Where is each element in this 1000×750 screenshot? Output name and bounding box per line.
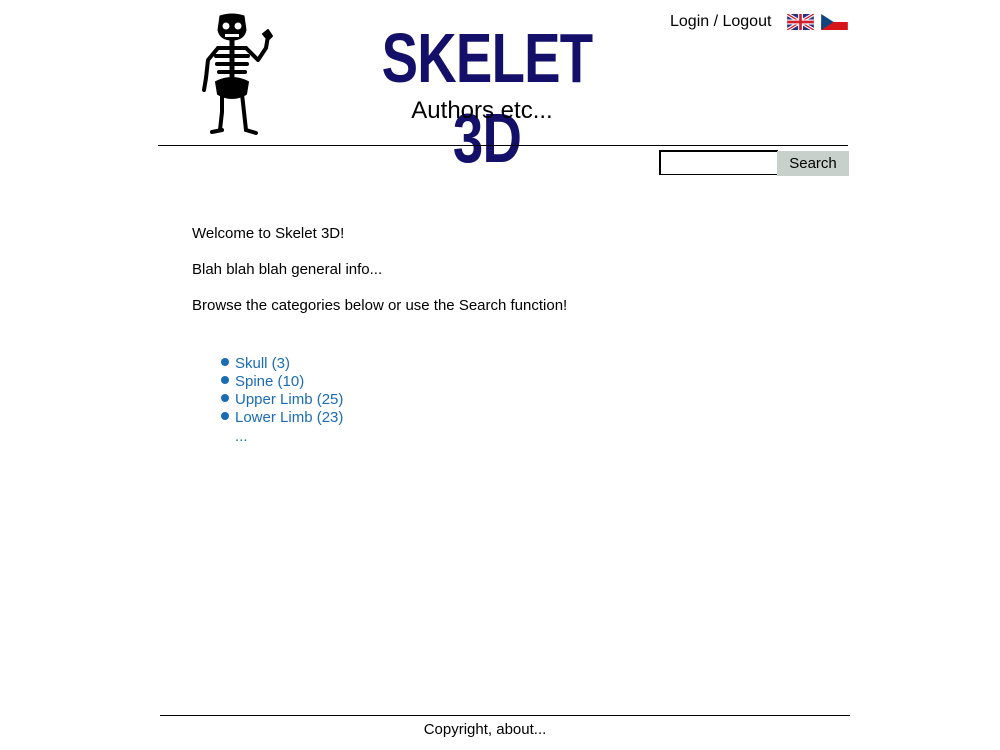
category-link-lower-limb[interactable]: Lower Limb (23) bbox=[235, 409, 343, 426]
bullet-icon bbox=[221, 394, 229, 402]
category-item-spine: Spine (10) bbox=[220, 373, 343, 391]
bullet-icon bbox=[221, 412, 229, 420]
category-item-upper-limb: Upper Limb (25) bbox=[220, 391, 343, 409]
skeleton-logo-icon bbox=[202, 13, 273, 135]
uk-flag-icon[interactable] bbox=[787, 14, 814, 30]
more-categories-link[interactable]: ... bbox=[235, 428, 248, 446]
category-item-skull: Skull (3) bbox=[220, 355, 343, 373]
header-divider bbox=[158, 145, 848, 146]
welcome-text: Welcome to Skelet 3D! bbox=[192, 225, 345, 242]
general-info-text: Blah blah blah general info... bbox=[192, 261, 383, 278]
category-item-lower-limb: Lower Limb (23) bbox=[220, 409, 343, 427]
login-logout-link[interactable]: Login / Logout bbox=[670, 12, 771, 32]
footer-copyright-link[interactable]: Copyright, about... bbox=[400, 721, 570, 739]
brand-subtitle[interactable]: Authors etc... bbox=[382, 96, 582, 126]
bullet-icon bbox=[221, 376, 229, 384]
category-link-spine[interactable]: Spine (10) bbox=[235, 373, 304, 390]
czech-flag-icon[interactable] bbox=[821, 14, 848, 30]
footer-divider bbox=[160, 715, 850, 716]
search-input[interactable] bbox=[659, 150, 778, 175]
browse-hint-text: Browse the categories below or use the S… bbox=[192, 297, 568, 314]
category-list: Skull (3) Spine (10) Upper Limb (25) Low… bbox=[220, 355, 343, 427]
bullet-icon bbox=[221, 358, 229, 366]
category-link-skull[interactable]: Skull (3) bbox=[235, 355, 290, 372]
category-link-upper-limb[interactable]: Upper Limb (25) bbox=[235, 391, 343, 408]
search-button[interactable]: Search bbox=[777, 151, 849, 176]
main-content: Welcome to Skelet 3D! Blah blah blah gen… bbox=[192, 225, 792, 333]
